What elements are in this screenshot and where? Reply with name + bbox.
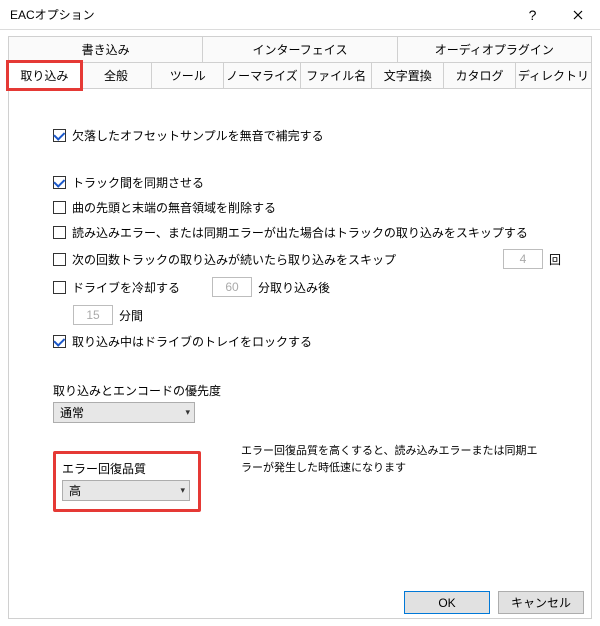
checkbox-fill-missing-offset[interactable] <box>53 129 66 142</box>
label-lock-tray: 取り込み中はドライブのトレイをロックする <box>72 333 312 350</box>
select-erq[interactable]: 高 ▾ <box>62 480 190 501</box>
unit-skip-count: 回 <box>549 251 561 268</box>
ok-button[interactable]: OK <box>404 591 490 614</box>
input-cooldown-for[interactable] <box>73 305 113 325</box>
label-erq: エラー回復品質 <box>62 460 190 477</box>
checkbox-sync-tracks[interactable] <box>53 176 66 189</box>
tab-general[interactable]: 全般 <box>81 62 153 89</box>
label-skip-on-error: 読み込みエラー、または同期エラーが出た場合はトラックの取り込みをスキップする <box>72 224 528 241</box>
checkbox-cooldown[interactable] <box>53 281 66 294</box>
cancel-button[interactable]: キャンセル <box>498 591 584 614</box>
input-skip-count[interactable] <box>503 249 543 269</box>
checkbox-trim-silence[interactable] <box>53 201 66 214</box>
error-recovery-quality-box: エラー回復品質 高 ▾ <box>53 451 201 512</box>
select-priority[interactable]: 通常 ▾ <box>53 402 195 423</box>
tab-tools[interactable]: ツール <box>152 62 224 89</box>
tab-normalize[interactable]: ノーマライズ <box>224 62 301 89</box>
label-skip-after-count: 次の回数トラックの取り込みが続いたら取り込みをスキップ <box>72 251 396 268</box>
help-button[interactable]: ? <box>510 0 555 30</box>
close-button[interactable] <box>555 0 600 30</box>
label-cooldown: ドライブを冷却する <box>72 279 180 296</box>
checkbox-skip-after-count[interactable] <box>53 253 66 266</box>
select-priority-value: 通常 <box>60 404 84 421</box>
label-fill-missing-offset: 欠落したオフセットサンプルを無音で補完する <box>72 127 324 144</box>
tab-catalog[interactable]: カタログ <box>444 62 516 89</box>
tab-interface[interactable]: インターフェイス <box>203 36 397 62</box>
checkbox-skip-on-error[interactable] <box>53 226 66 239</box>
input-cooldown-after[interactable] <box>212 277 252 297</box>
label-trim-silence: 曲の先頭と末端の無音領域を削除する <box>72 199 276 216</box>
note-erq: エラー回復品質を高くすると、読み込みエラーまたは同期エラーが発生した時低速になり… <box>241 437 541 476</box>
label-sync-tracks: トラック間を同期させる <box>72 174 204 191</box>
label-priority: 取り込みとエンコードの優先度 <box>53 382 561 399</box>
tab-directory[interactable]: ディレクトリ <box>516 62 592 89</box>
chevron-down-icon: ▾ <box>180 485 185 496</box>
chevron-down-icon: ▾ <box>185 407 190 418</box>
tab-char-replace[interactable]: 文字置換 <box>372 62 444 89</box>
tab-extraction[interactable]: 取り込み <box>8 62 81 89</box>
select-erq-value: 高 <box>69 482 81 499</box>
tab-write[interactable]: 書き込み <box>8 36 203 62</box>
unit-cooldown-for: 分間 <box>119 307 143 324</box>
tab-audio-plugin[interactable]: オーディオプラグイン <box>398 36 592 62</box>
checkbox-lock-tray[interactable] <box>53 335 66 348</box>
window-title: EACオプション <box>10 6 510 23</box>
tab-filename[interactable]: ファイル名 <box>301 62 373 89</box>
unit-cooldown-after: 分取り込み後 <box>258 279 330 296</box>
